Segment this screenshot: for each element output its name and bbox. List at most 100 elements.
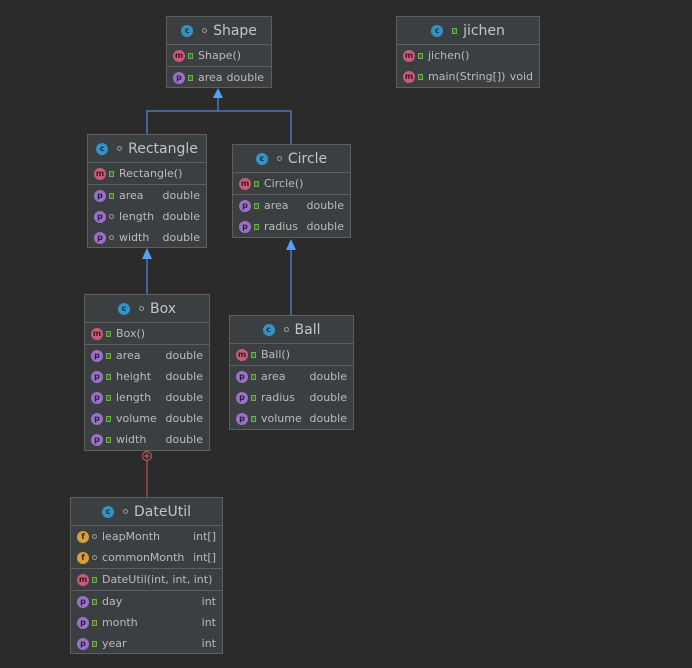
arrowhead-rectangle: [142, 248, 152, 259]
class-header: c Box: [85, 295, 209, 323]
method-icon: m: [94, 167, 106, 180]
properties-section: p area double: [167, 67, 271, 88]
property-row[interactable]: p volume double: [230, 408, 353, 429]
property-row[interactable]: p area double: [85, 345, 209, 366]
class-icon: c: [431, 24, 444, 37]
package-private-icon: [109, 235, 114, 240]
property-row[interactable]: p month int: [71, 612, 222, 633]
public-icon: [92, 598, 97, 605]
public-icon: [418, 73, 423, 80]
class-ball[interactable]: c Ball m Ball() p area double p radius d…: [229, 315, 354, 430]
class-name: Shape: [213, 22, 257, 39]
property-row[interactable]: p area double: [88, 185, 206, 206]
public-icon: [251, 373, 256, 380]
public-icon: [106, 394, 111, 401]
class-box[interactable]: c Box m Box() p area double p height dou…: [84, 294, 210, 451]
field-row[interactable]: f commonMonth int[]: [71, 547, 222, 568]
public-icon: [92, 576, 97, 583]
class-name: Box: [149, 300, 177, 317]
method-icon: m: [77, 573, 89, 586]
property-icon: p: [91, 412, 103, 425]
property-row[interactable]: p width double: [85, 429, 209, 450]
method-icon: m: [236, 348, 248, 361]
property-row[interactable]: p area double: [230, 366, 353, 387]
property-row[interactable]: p length double: [85, 387, 209, 408]
public-icon: [418, 52, 423, 59]
property-row[interactable]: p volume double: [85, 408, 209, 429]
properties-section: p area double p radius double p volume d…: [230, 366, 353, 429]
class-circle[interactable]: c Circle m Circle() p area double p radi…: [232, 144, 351, 238]
methods-section: m jichen() m main(String[]) void: [397, 45, 539, 87]
package-private-icon: [123, 509, 128, 514]
class-name: DateUtil: [134, 503, 191, 520]
public-icon: [452, 27, 458, 34]
property-row[interactable]: p day int: [71, 591, 222, 612]
class-icon: c: [102, 505, 114, 518]
property-row[interactable]: p length double: [88, 206, 206, 227]
method-icon: m: [403, 49, 415, 62]
method-row[interactable]: m Ball(): [230, 344, 353, 365]
static-fields-section: f leapMonth int[] f commonMonth int[]: [71, 526, 222, 569]
method-row[interactable]: m Rectangle(): [88, 163, 206, 184]
class-icon: c: [262, 323, 275, 336]
public-icon: [254, 223, 259, 230]
package-private-icon: [92, 534, 97, 539]
package-private-icon: [138, 306, 144, 311]
class-icon: c: [181, 24, 194, 37]
property-row[interactable]: p radius double: [233, 216, 350, 237]
property-row[interactable]: p area double: [233, 195, 350, 216]
public-icon: [254, 180, 259, 187]
class-header: c Ball: [230, 316, 353, 344]
method-row[interactable]: m Circle(): [233, 173, 350, 194]
method-row[interactable]: m DateUtil(int, int, int): [71, 569, 222, 590]
property-row[interactable]: p height double: [85, 366, 209, 387]
package-private-icon: [283, 327, 289, 332]
edge-circle-shape: [218, 110, 292, 144]
property-icon: p: [91, 433, 103, 446]
class-jichen[interactable]: c jichen m jichen() m main(String[]) voi…: [396, 16, 540, 88]
class-dateutil[interactable]: c DateUtil f leapMonth int[] f commonMon…: [70, 497, 223, 654]
property-icon: p: [94, 189, 106, 202]
package-private-icon: [276, 156, 282, 161]
property-icon: p: [91, 391, 103, 404]
class-name: jichen: [463, 22, 505, 39]
public-icon: [106, 415, 111, 422]
property-icon: p: [91, 349, 103, 362]
method-row[interactable]: m Shape(): [167, 45, 271, 66]
class-icon: c: [96, 142, 109, 155]
public-icon: [109, 170, 114, 177]
method-row[interactable]: m jichen(): [397, 45, 539, 66]
property-row[interactable]: p width double: [88, 227, 206, 248]
method-icon: m: [91, 327, 103, 340]
class-rectangle[interactable]: c Rectangle m Rectangle() p area double …: [87, 134, 207, 248]
property-icon: p: [94, 210, 106, 223]
method-row[interactable]: m main(String[]) void: [397, 66, 539, 87]
class-shape[interactable]: c Shape m Shape() p area double: [166, 16, 272, 88]
class-name: Rectangle: [128, 140, 198, 157]
property-icon: p: [77, 637, 89, 650]
property-icon: p: [77, 616, 89, 629]
property-icon: p: [77, 595, 89, 608]
static-method-icon: m: [403, 70, 415, 83]
methods-section: m Circle(): [233, 173, 350, 195]
public-icon: [106, 352, 111, 359]
property-row[interactable]: p radius double: [230, 387, 353, 408]
arrowhead-shape: [213, 88, 223, 98]
property-icon: p: [236, 412, 248, 425]
public-icon: [106, 373, 111, 380]
public-icon: [251, 415, 256, 422]
property-icon: p: [239, 220, 251, 233]
method-icon: m: [239, 177, 251, 190]
class-header: c Circle: [233, 145, 350, 173]
class-name: Ball: [294, 321, 321, 338]
field-row[interactable]: f leapMonth int[]: [71, 526, 222, 547]
property-row[interactable]: p area double: [167, 67, 271, 88]
abstract-icon: [202, 28, 208, 33]
package-private-icon: [109, 214, 114, 219]
properties-section: p area double p length double p width do…: [88, 185, 206, 248]
property-row[interactable]: p year int: [71, 633, 222, 654]
public-icon: [92, 640, 97, 647]
inner-class-marker: [142, 451, 152, 461]
method-row[interactable]: m Box(): [85, 323, 209, 344]
properties-section: p day int p month int p year int: [71, 591, 222, 654]
